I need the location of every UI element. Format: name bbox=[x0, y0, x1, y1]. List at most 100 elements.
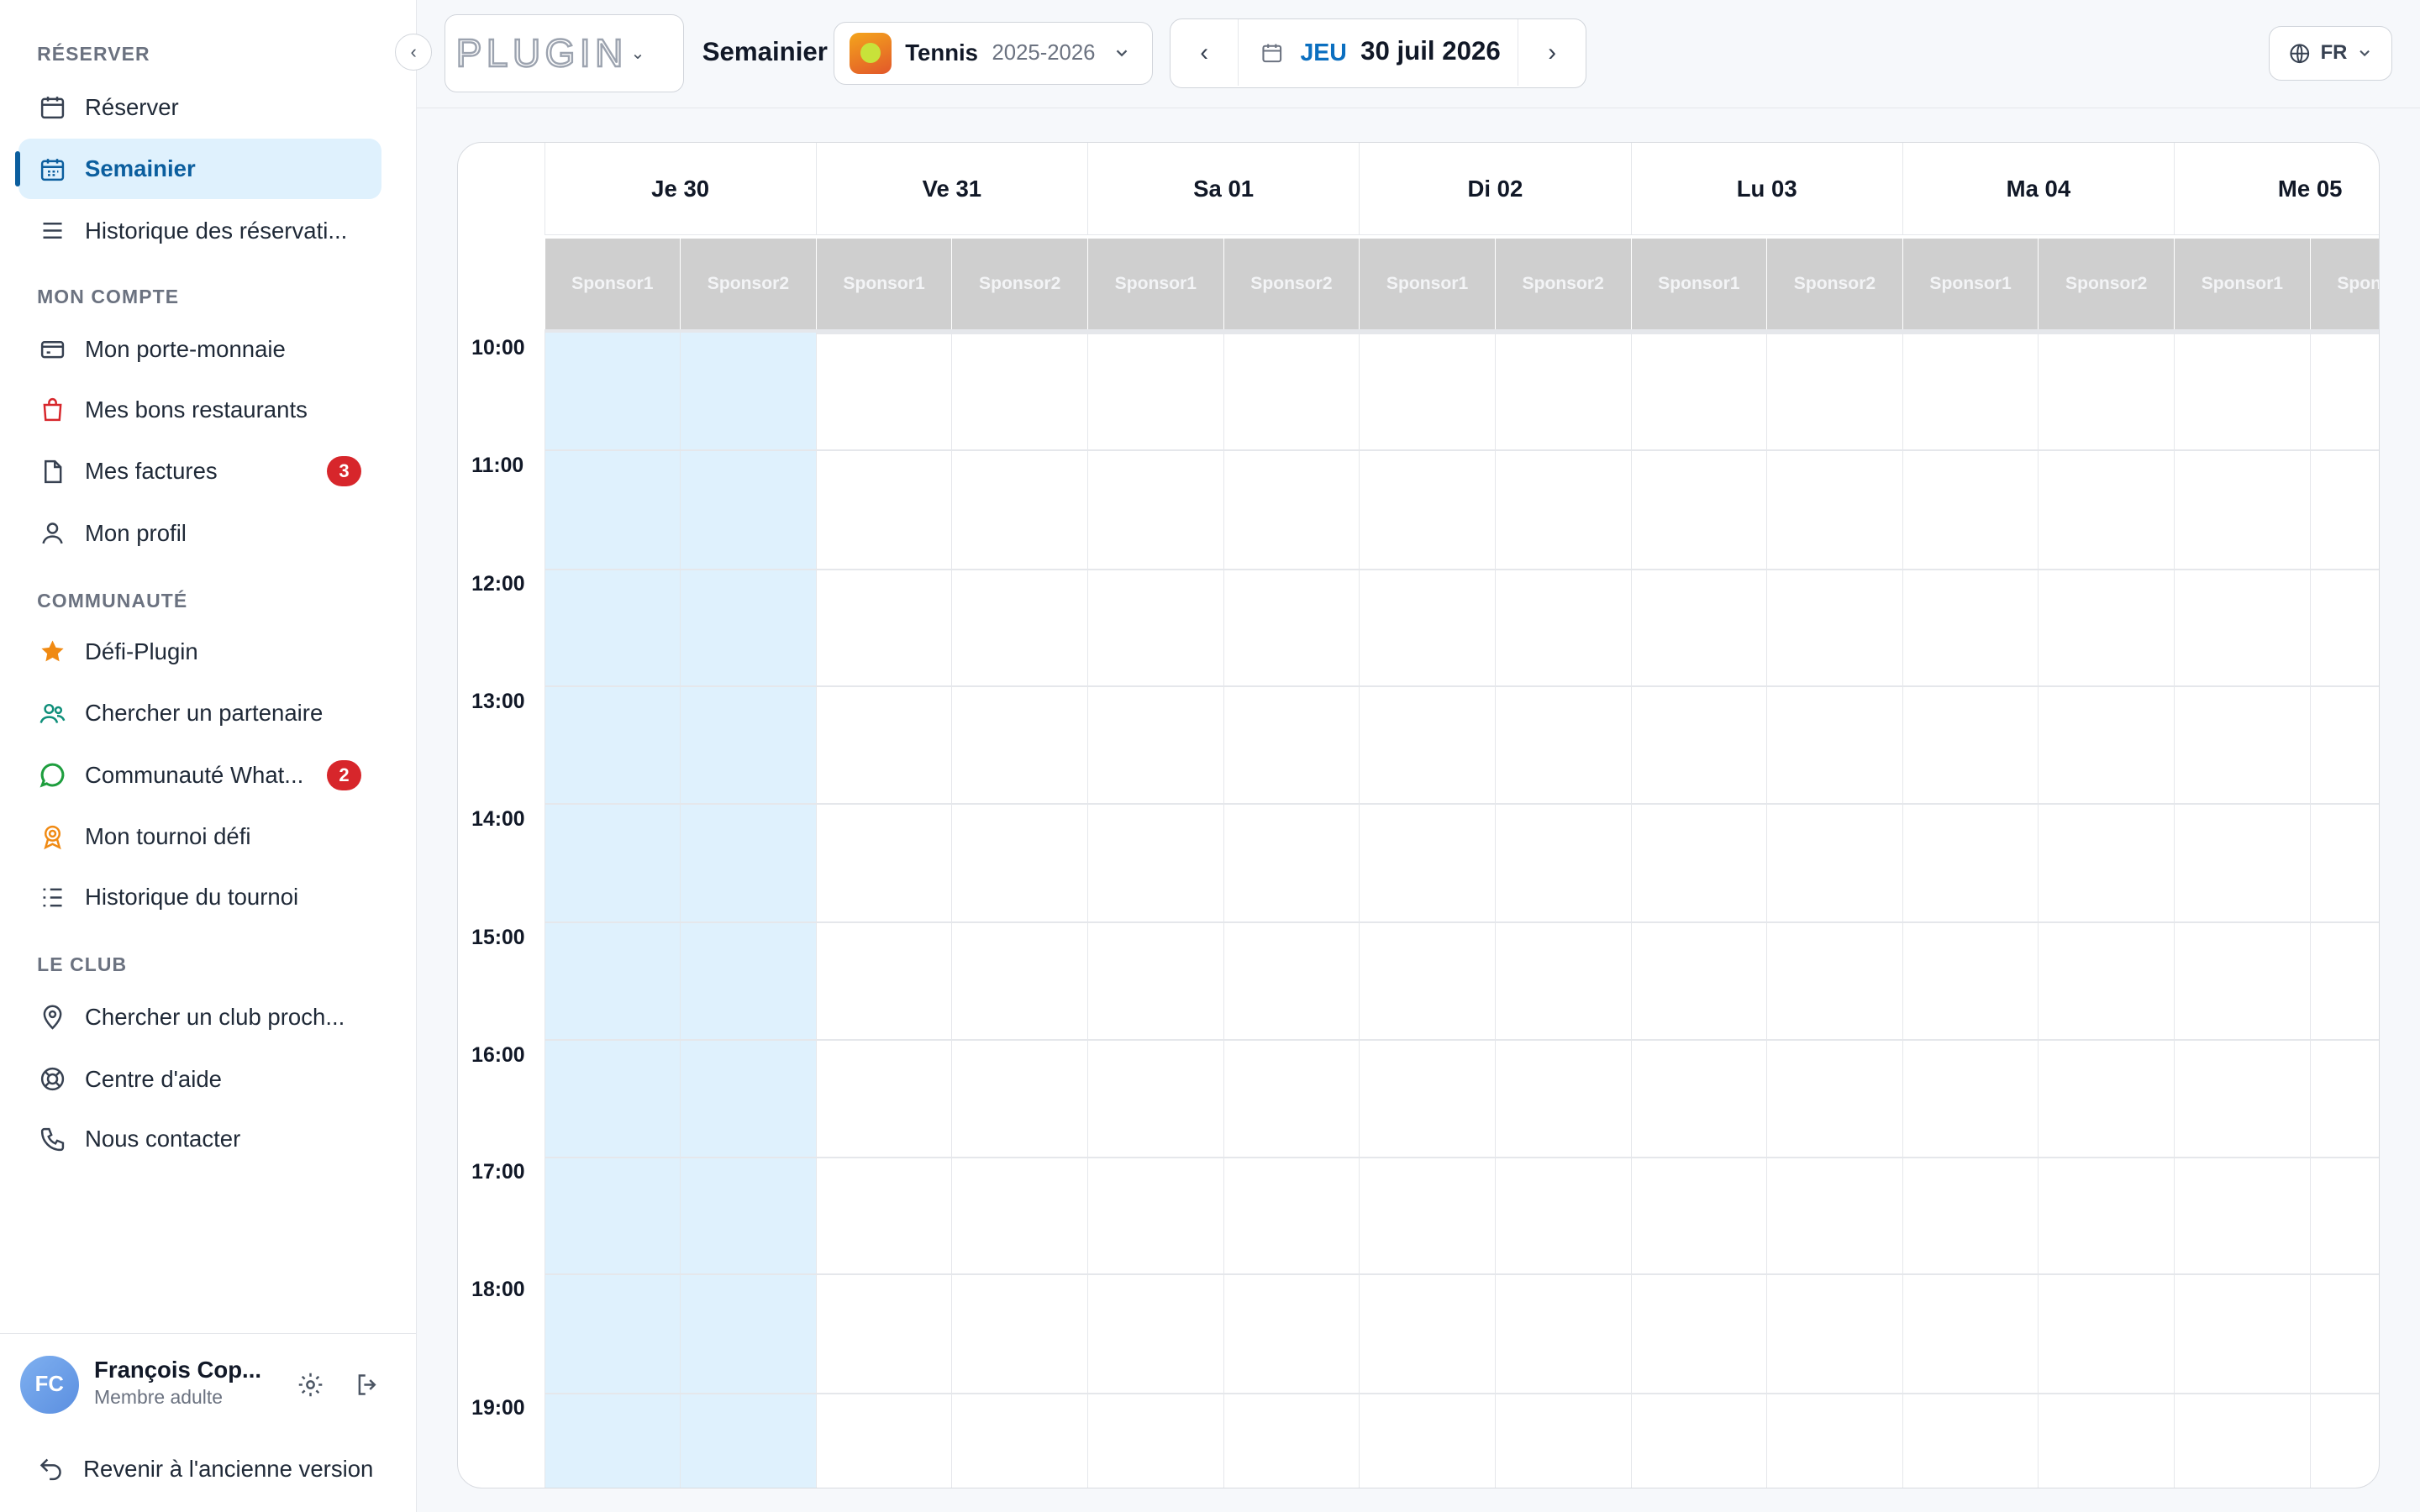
day-header: Lu 03 bbox=[1630, 142, 1902, 236]
previous-day-button[interactable]: ‹ bbox=[1171, 19, 1239, 86]
sidebar-item-porte-monnaie[interactable]: Mon porte-monnaie bbox=[18, 319, 381, 380]
sidebar-item-communaute-whatsapp[interactable]: Communauté What... 2 bbox=[18, 745, 381, 806]
top-bar: PLUGIN ⌄ Semainier Tennis 2025-2026 ‹ JE… bbox=[416, 0, 2420, 108]
section-title-communaute: Communauté bbox=[37, 589, 188, 612]
section-title-mon-compte: Mon compte bbox=[37, 285, 180, 307]
court-slot-column[interactable] bbox=[1087, 332, 1223, 1488]
back-to-old-version-link[interactable]: Revenir à l'ancienne version bbox=[37, 1450, 373, 1487]
chevron-left-icon: ‹ bbox=[410, 41, 417, 63]
medal-icon bbox=[37, 822, 68, 853]
user-icon bbox=[37, 517, 68, 549]
sidebar-item-label: Mon profil bbox=[84, 519, 187, 546]
day-header: Sa 01 bbox=[1087, 142, 1360, 236]
bag-icon bbox=[37, 394, 68, 425]
court-slot-column[interactable] bbox=[951, 332, 1087, 1488]
sidebar-item-label: Historique des réservati... bbox=[84, 217, 348, 244]
sidebar-item-label: Communauté What... bbox=[84, 761, 304, 788]
court-header: Sponsor1 bbox=[2174, 238, 2310, 330]
date-label[interactable]: 30 juil 2026 bbox=[1360, 36, 1501, 66]
chevron-down-icon bbox=[1116, 50, 1127, 57]
court-header: Sponsor1 bbox=[544, 238, 681, 330]
sidebar-item-label: Nous contacter bbox=[84, 1126, 241, 1152]
court-header: Sponsor2 bbox=[1223, 238, 1360, 330]
sidebar-item-profil[interactable]: Mon profil bbox=[18, 503, 381, 564]
time-label: 14:00 bbox=[471, 807, 525, 831]
sidebar-item-historique-reservations[interactable]: Historique des réservati... bbox=[18, 201, 381, 261]
hour-line bbox=[544, 449, 2380, 452]
active-indicator bbox=[15, 150, 20, 187]
sidebar-item-chercher-club[interactable]: Chercher un club proch... bbox=[18, 987, 381, 1047]
sidebar-item-label: Réserver bbox=[84, 93, 179, 120]
section-title-le-club: Le club bbox=[37, 953, 128, 976]
court-header: Sponsor1 bbox=[1087, 238, 1223, 330]
file-icon bbox=[37, 456, 68, 487]
time-label: 11:00 bbox=[471, 454, 524, 477]
court-header: Sponsor2 bbox=[1494, 238, 1631, 330]
next-day-button[interactable]: › bbox=[1518, 19, 1586, 86]
sidebar-item-defi-plugin[interactable]: Défi-Plugin bbox=[18, 622, 381, 682]
back-link-label: Revenir à l'ancienne version bbox=[83, 1455, 374, 1482]
avatar[interactable]: FC bbox=[19, 1355, 79, 1415]
plugin-logo: PLUGIN bbox=[455, 30, 628, 76]
sidebar-item-centre-aide[interactable]: Centre d'aide bbox=[18, 1049, 381, 1110]
sidebar-item-label: Chercher un club proch... bbox=[84, 1004, 345, 1031]
time-label: 12:00 bbox=[471, 573, 525, 596]
sidebar-item-tournoi-defi[interactable]: Mon tournoi défi bbox=[18, 807, 381, 868]
sidebar-item-label: Semainier bbox=[84, 155, 196, 182]
court-slot-column[interactable] bbox=[680, 332, 816, 1488]
time-label: 10:00 bbox=[471, 337, 525, 360]
time-label: 17:00 bbox=[471, 1161, 525, 1184]
lifebuoy-icon bbox=[37, 1063, 68, 1095]
chevron-down-icon: ⌄ bbox=[630, 44, 645, 63]
time-label: 15:00 bbox=[471, 927, 525, 949]
users-icon bbox=[37, 698, 68, 729]
list-icon bbox=[37, 215, 68, 246]
checklist-icon bbox=[37, 882, 68, 913]
hour-line bbox=[544, 1392, 2380, 1394]
day-header: Me 05 bbox=[2174, 142, 2380, 236]
court-slot-column[interactable] bbox=[1494, 332, 1631, 1488]
sport-season-select[interactable]: Tennis 2025-2026 bbox=[833, 21, 1153, 85]
pin-icon bbox=[37, 1002, 68, 1033]
club-logo-selector[interactable]: PLUGIN ⌄ bbox=[444, 13, 684, 93]
sidebar-item-nous-contacter[interactable]: Nous contacter bbox=[18, 1110, 381, 1170]
sidebar-item-bons-restaurants[interactable]: Mes bons restaurants bbox=[18, 380, 381, 440]
undo-icon bbox=[39, 1458, 61, 1481]
sidebar-item-label: Mon porte-monnaie bbox=[84, 336, 286, 362]
logout-icon[interactable] bbox=[354, 1371, 381, 1399]
time-label: 19:00 bbox=[471, 1397, 525, 1420]
court-header: Sponsor1 bbox=[1359, 238, 1495, 330]
language-label: FR bbox=[2320, 41, 2348, 65]
tennis-ball-icon bbox=[850, 32, 892, 75]
date-day-label[interactable]: JEU bbox=[1300, 39, 1346, 67]
court-slot-column[interactable] bbox=[1902, 332, 2039, 1488]
sidebar-item-semainier[interactable]: Semainier bbox=[15, 139, 381, 199]
court-header: Sponsor1 bbox=[815, 238, 952, 330]
court-slot-column[interactable] bbox=[1359, 332, 1495, 1488]
weekly-calendar: Je 30 Sponsor1 Sponsor2 Ve 31 Sponsor1 Sponso… bbox=[456, 141, 2381, 1489]
court-slot-column[interactable] bbox=[1766, 332, 1902, 1488]
language-select[interactable]: FR bbox=[2268, 26, 2392, 81]
sport-name: Tennis bbox=[905, 39, 978, 66]
chevron-left-icon: ‹ bbox=[1200, 38, 1208, 66]
court-slot-column[interactable] bbox=[2038, 332, 2174, 1488]
time-label: 16:00 bbox=[471, 1043, 525, 1067]
chat-icon bbox=[37, 760, 68, 791]
sidebar-item-reserver[interactable]: Réserver bbox=[18, 77, 381, 138]
court-slot-column[interactable] bbox=[1630, 332, 1767, 1488]
calendar-grid-icon bbox=[37, 154, 68, 185]
gear-icon[interactable] bbox=[297, 1371, 324, 1399]
sidebar-item-factures[interactable]: Mes factures 3 bbox=[18, 441, 381, 501]
court-slot-column[interactable] bbox=[815, 332, 952, 1488]
court-slot-column[interactable] bbox=[2174, 332, 2310, 1488]
wallet-icon bbox=[37, 334, 68, 365]
court-slot-column[interactable] bbox=[544, 332, 681, 1488]
star-icon bbox=[37, 637, 68, 668]
sidebar-item-chercher-partenaire[interactable]: Chercher un partenaire bbox=[18, 684, 381, 744]
sidebar-item-historique-tournoi[interactable]: Historique du tournoi bbox=[18, 867, 381, 927]
court-slot-column[interactable] bbox=[1223, 332, 1360, 1488]
court-slot-column[interactable] bbox=[2309, 332, 2379, 1488]
chevron-down-icon bbox=[2360, 50, 2370, 57]
sidebar-item-label: Historique du tournoi bbox=[84, 884, 299, 911]
hour-line bbox=[544, 1039, 2380, 1041]
